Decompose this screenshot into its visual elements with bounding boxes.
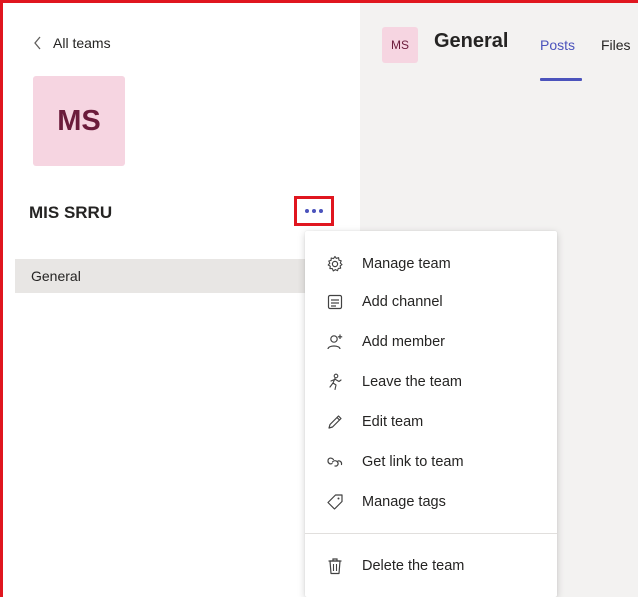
- team-avatar-initials: MS: [57, 104, 101, 137]
- menu-divider: [305, 533, 557, 534]
- menu-item-label: Delete the team: [362, 558, 465, 574]
- all-teams-link[interactable]: All teams: [33, 35, 111, 51]
- team-options-menu: Manage team Add channel Add member Leave…: [305, 231, 557, 597]
- all-teams-label: All teams: [53, 35, 111, 51]
- menu-item-manage-tags[interactable]: Manage tags: [305, 483, 557, 521]
- menu-item-edit-team[interactable]: Edit team: [305, 403, 557, 441]
- pencil-icon: [325, 412, 345, 432]
- link-icon: [325, 452, 345, 472]
- tab-files[interactable]: Files: [601, 37, 631, 53]
- menu-item-add-channel[interactable]: Add channel: [305, 283, 557, 321]
- menu-item-label: Add channel: [362, 294, 443, 310]
- team-name: MIS SRRU: [29, 203, 113, 222]
- menu-item-label: Add member: [362, 334, 446, 350]
- channel-title: General: [434, 30, 509, 52]
- menu-item-label: Manage tags: [362, 494, 446, 510]
- menu-item-label: Manage team: [362, 256, 451, 272]
- menu-item-get-link[interactable]: Get link to team: [305, 443, 557, 481]
- menu-item-label: Edit team: [362, 414, 424, 430]
- trash-icon: [325, 556, 345, 576]
- chevron-left-icon: [34, 36, 41, 50]
- add-member-icon: [325, 332, 345, 352]
- more-options-button[interactable]: [294, 196, 334, 226]
- menu-item-delete-team[interactable]: Delete the team: [305, 547, 557, 585]
- menu-item-leave-team[interactable]: Leave the team: [305, 363, 557, 401]
- channel-item-label: General: [31, 268, 81, 284]
- menu-item-label: Get link to team: [362, 454, 464, 470]
- team-avatar: MS: [33, 76, 125, 166]
- tab-posts[interactable]: Posts: [540, 37, 575, 53]
- channel-icon: [325, 292, 345, 312]
- leave-icon: [325, 372, 345, 392]
- menu-item-label: Leave the team: [362, 374, 462, 390]
- tag-icon: [325, 492, 345, 512]
- tab-selected-indicator: [540, 78, 582, 81]
- channel-avatar-initials: MS: [391, 38, 409, 52]
- channel-header: MS General Posts Files: [360, 3, 638, 89]
- menu-item-manage-team[interactable]: Manage team: [305, 245, 557, 283]
- more-options-icon: [305, 209, 323, 213]
- gear-icon: [325, 254, 345, 274]
- channel-avatar: MS: [382, 27, 418, 63]
- menu-item-add-member[interactable]: Add member: [305, 323, 557, 361]
